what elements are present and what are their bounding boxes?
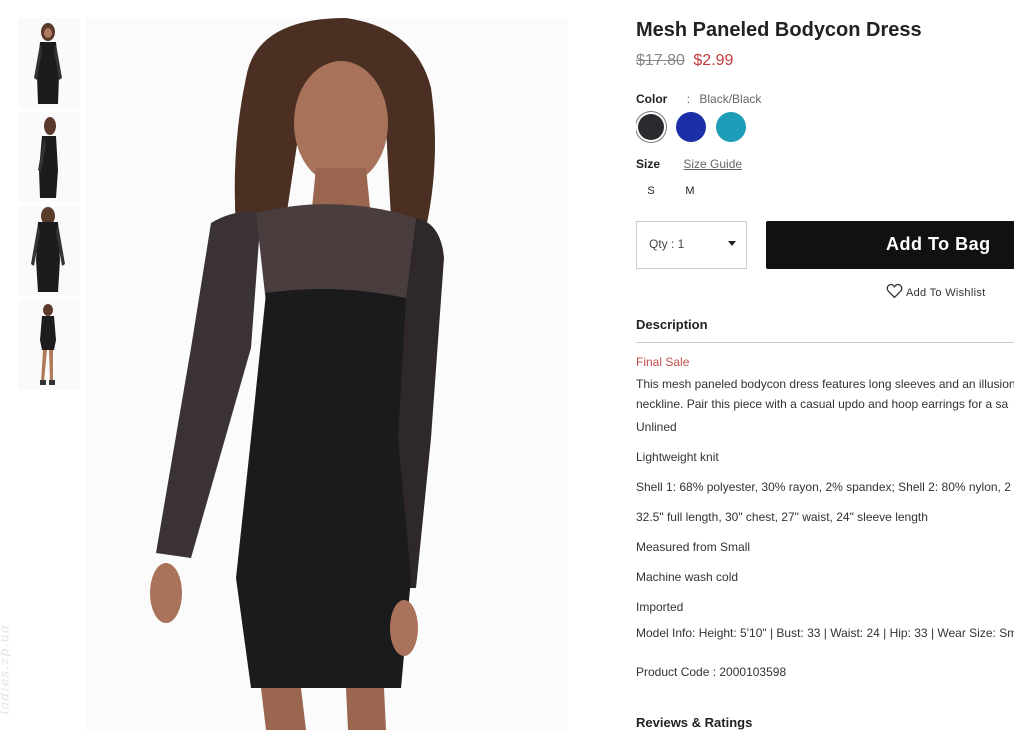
spec-item: Shell 1: 68% polyester, 30% rayon, 2% sp… [636,480,1011,494]
description-text: This mesh paneled bodycon dress features… [636,374,1014,414]
thumbnail-back[interactable] [18,206,80,296]
selected-color-name: Black/Black [699,92,762,106]
price-sale: $2.99 [693,52,734,69]
product-code: Product Code : 2000103598 [636,665,787,679]
size-option-s[interactable]: S [641,185,661,197]
thumbnail-side[interactable] [18,112,80,202]
description-divider [636,342,1014,343]
quantity-select[interactable]: Qty : 1 [636,221,747,269]
thumbnail-list [18,18,80,394]
size-option-m[interactable]: M [680,185,700,197]
description-line: neckline. Pair this piece with a casual … [636,397,1009,411]
color-label: Color [636,92,668,106]
final-sale-label: Final Sale [636,355,690,369]
price-original: $17.80 [636,52,685,69]
purchase-row: Qty : 1 Add To Bag [636,221,1014,269]
thumbnail-full-length[interactable] [18,300,80,390]
spec-item: Measured from Small [636,540,751,554]
color-swatches [636,112,1014,142]
spec-list: Unlined Lightweight knit Shell 1: 68% po… [636,419,1014,655]
product-title: Mesh Paneled Bodycon Dress [636,19,922,41]
spec-item: Imported [636,600,684,614]
thumbnail-front[interactable] [18,18,80,108]
spec-item: Lightweight knit [636,450,719,464]
product-details-panel: Mesh Paneled Bodycon Dress $17.80 $2.99 … [636,18,1014,742]
spec-item: 32.5" full length, 30" chest, 27" waist,… [636,510,928,524]
spec-item: Model Info: Height: 5'10" | Bust: 33 | W… [636,626,1014,640]
caret-down-icon [728,241,736,246]
color-row: Color : Black/Black [636,92,1014,106]
spec-item: Machine wash cold [636,570,739,584]
price-block: $17.80 $2.99 [636,52,1014,70]
size-label: Size [636,157,661,171]
spec-item: Unlined [636,420,677,434]
add-to-bag-button[interactable]: Add To Bag [766,221,1014,269]
size-row: Size Size Guide [636,157,1014,171]
main-product-image [86,18,568,730]
wishlist-label: Add To Wishlist [906,287,986,299]
add-to-wishlist-link[interactable]: Add To Wishlist [886,283,986,299]
reviews-heading[interactable]: Reviews & Ratings [636,715,752,730]
watermark-text: ladies.zp.ua [0,624,13,715]
watermark: ladies.zp.ua [0,610,26,736]
size-guide-link[interactable]: Size Guide [683,157,742,171]
description-heading: Description [636,317,708,332]
description-line: This mesh paneled bodycon dress features… [636,377,1014,391]
teal-swatch[interactable] [716,112,746,142]
size-options: S M [636,185,1014,197]
quantity-label: Qty : 1 [649,237,685,251]
color-separator: : [686,92,691,106]
heart-icon [886,283,903,299]
black-swatch[interactable] [638,114,664,140]
blue-swatch[interactable] [676,112,706,142]
